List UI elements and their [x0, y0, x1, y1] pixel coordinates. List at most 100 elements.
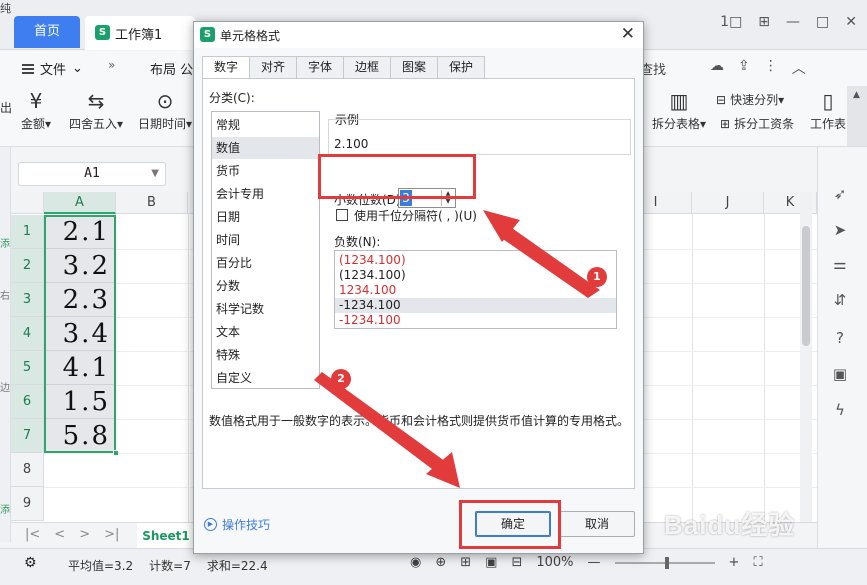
zoom-level[interactable]: 100% — [536, 555, 573, 570]
scrollbar-thumb[interactable] — [802, 226, 810, 346]
share-icon[interactable]: ⇪ — [738, 58, 750, 78]
lightning-icon[interactable]: ϟ — [830, 401, 850, 419]
negative-option[interactable]: -1234.100 — [335, 313, 616, 328]
row-header[interactable]: 7 — [11, 419, 44, 453]
quick-split-tool[interactable]: ⊟ 快速分列▾ — [716, 91, 784, 108]
first-sheet-button[interactable]: |< — [25, 527, 40, 542]
tab-pattern[interactable]: 图案 — [390, 56, 438, 78]
row-header[interactable]: 5 — [11, 351, 44, 385]
row-header[interactable]: 9 — [11, 487, 44, 521]
thousands-separator-checkbox[interactable] — [336, 209, 348, 221]
operation-tips-link[interactable]: ▶ 操作技巧 — [204, 516, 270, 533]
fill-handle[interactable] — [113, 450, 119, 456]
category-list[interactable]: 常规 数值 货币 会计专用 日期 时间 百分比 分数 科学记数 文本 特殊 自定… — [211, 111, 320, 389]
close-icon[interactable]: ✕ — [621, 24, 635, 44]
next-sheet-button[interactable]: > — [79, 527, 90, 542]
image-tool-icon[interactable]: ▣ — [830, 365, 850, 383]
zoom-in-button[interactable]: + — [729, 555, 740, 570]
apps-grid-icon[interactable]: ⊞ — [758, 14, 770, 30]
last-sheet-button[interactable]: >| — [104, 527, 119, 542]
help-icon[interactable]: ? — [830, 329, 850, 347]
column-header[interactable]: J — [692, 192, 764, 214]
convert-icon[interactable]: ⇵ — [830, 291, 850, 309]
category-item[interactable]: 常规 — [212, 114, 319, 136]
negative-option[interactable]: -1234.100 — [335, 298, 616, 313]
amount-tool[interactable]: ¥ 金额▾ — [18, 87, 54, 132]
minimize-button[interactable]: — — [786, 14, 800, 30]
category-item[interactable]: 数值 — [212, 137, 319, 159]
row-header[interactable]: 1 — [11, 215, 44, 249]
negative-numbers-label: 负数(N): — [334, 235, 381, 249]
category-item[interactable]: 特殊 — [212, 344, 319, 366]
category-item[interactable]: 百分比 — [212, 252, 319, 274]
tab-workbook[interactable]: S 工作簿1 — [85, 16, 195, 50]
fullscreen-icon[interactable]: ⛶ — [753, 555, 762, 570]
normal-view-icon[interactable]: ⊞ — [460, 555, 471, 570]
pointer-icon[interactable]: ➤ — [830, 221, 850, 239]
menu-right-icons: ☁ ⇪ ⋮ ︿ — [710, 58, 806, 78]
category-item[interactable]: 时间 — [212, 229, 319, 251]
tab-font[interactable]: 字体 — [296, 56, 344, 78]
column-header[interactable]: A — [44, 192, 116, 214]
more-menus-button[interactable]: » — [108, 58, 115, 72]
zoom-slider[interactable] — [614, 556, 715, 569]
negative-option[interactable]: (1234.100) — [335, 253, 616, 268]
select-all-corner[interactable] — [11, 192, 44, 214]
dialog-title-bar[interactable]: S 单元格格式 ✕ — [194, 22, 643, 48]
tab-home[interactable]: 首页 — [14, 16, 80, 48]
row-header[interactable]: 8 — [11, 453, 44, 487]
window-count-icon[interactable]: 1□ — [720, 14, 742, 30]
center-icon[interactable]: ⊕ — [435, 555, 446, 570]
negative-numbers-list[interactable]: (1234.100) (1234.100) 1234.100 -1234.100… — [334, 250, 617, 329]
tab-border[interactable]: 边框 — [343, 56, 391, 78]
maximize-button[interactable]: □ — [816, 14, 829, 30]
macro-icon[interactable]: ⚙ — [24, 555, 37, 571]
cloud-sync-icon[interactable]: ☁ — [710, 58, 724, 78]
reading-view-icon[interactable]: ⊟ — [511, 555, 522, 570]
row-header[interactable]: 6 — [11, 385, 44, 419]
row-header[interactable]: 3 — [11, 283, 44, 317]
rocket-icon[interactable]: ➶ — [830, 185, 850, 203]
sample-box — [328, 119, 631, 155]
datetime-tool[interactable]: ⊙ 日期时间▾ — [134, 87, 196, 132]
eye-protection-icon[interactable]: ◉ — [410, 555, 421, 570]
round-tool[interactable]: ⇆ 四舍五入▾ — [64, 87, 128, 132]
category-item[interactable]: 分数 — [212, 275, 319, 297]
split-wage-tool[interactable]: ⊞ 拆分工资条 — [720, 115, 794, 132]
tab-protection[interactable]: 保护 — [437, 56, 485, 78]
negative-option[interactable]: (1234.100) — [335, 268, 616, 283]
vertical-scrollbar[interactable] — [800, 192, 812, 522]
category-item[interactable]: 货币 — [212, 160, 319, 182]
negative-option[interactable]: 1234.100 — [335, 283, 616, 298]
ribbon-scroll-button[interactable]: ▲ — [847, 86, 867, 146]
zoom-slider-knob[interactable] — [664, 556, 669, 569]
column-header[interactable]: B — [116, 192, 188, 214]
left-side-panel[interactable]: 添 右 边 添 — [0, 147, 11, 542]
row-header[interactable]: 4 — [11, 317, 44, 351]
category-item[interactable]: 自定义 — [212, 367, 319, 389]
category-item[interactable]: 文本 — [212, 321, 319, 343]
more-icon[interactable]: ⋮ — [764, 58, 778, 78]
menu-layout-partial[interactable]: 布局 公 — [150, 59, 193, 78]
split-table-tool[interactable]: ▥ 拆分表格▾ — [648, 87, 710, 132]
tab-number[interactable]: 数字 — [202, 56, 250, 79]
category-item[interactable]: 日期 — [212, 206, 319, 228]
worksheet-tool[interactable]: ▯ 工作表 — [806, 87, 850, 132]
split-wage-label: 拆分工资条 — [734, 117, 795, 131]
sliders-icon[interactable]: ⚌ — [830, 255, 850, 273]
sheet-tab-sheet1[interactable]: Sheet1 — [137, 523, 195, 549]
page-view-icon[interactable]: ▣ — [485, 555, 497, 570]
name-box[interactable]: A1 ▼ — [18, 162, 166, 186]
file-menu[interactable]: 文件 ⌄ — [22, 59, 83, 78]
tab-alignment[interactable]: 对齐 — [249, 56, 297, 78]
cancel-button[interactable]: 取消 — [559, 511, 635, 537]
chevron-down-icon[interactable]: ▼ — [151, 163, 159, 185]
left-panel-text: 边 — [0, 383, 10, 394]
zoom-out-button[interactable]: — — [588, 555, 601, 570]
category-item[interactable]: 科学记数 — [212, 298, 319, 320]
prev-sheet-button[interactable]: < — [54, 527, 65, 542]
category-item[interactable]: 会计专用 — [212, 183, 319, 205]
row-header[interactable]: 2 — [11, 249, 44, 283]
collapse-ribbon-icon[interactable]: ︿ — [792, 58, 806, 78]
close-window-button[interactable]: ✕ — [845, 14, 857, 30]
